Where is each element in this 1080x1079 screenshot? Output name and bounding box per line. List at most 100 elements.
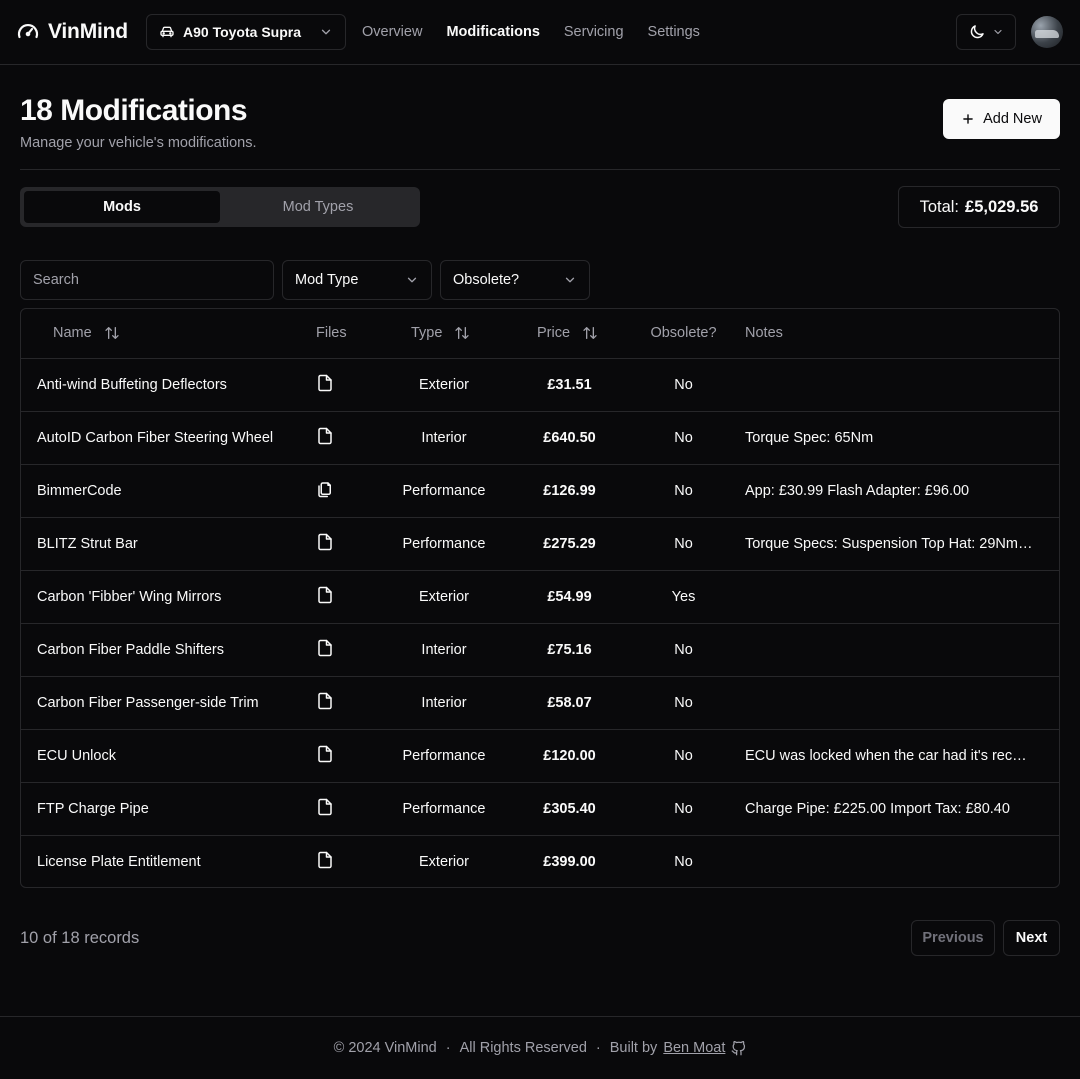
nav-overview[interactable]: Overview — [362, 24, 422, 40]
chevron-down-icon — [321, 29, 331, 35]
table-row[interactable]: Carbon 'Fibber' Wing Mirrors Exterior £54.… — [21, 570, 1059, 624]
table-row[interactable]: BimmerCode Performance £126.99 No App: £30.9… — [21, 464, 1059, 518]
table-row[interactable]: FTP Charge Pipe Performance £305.40 No Charg… — [21, 782, 1059, 836]
obsolete-filter[interactable]: Obsolete? — [440, 260, 590, 300]
footer: © 2024 VinMind · All Rights Reserved · B… — [0, 1016, 1080, 1079]
files-icon[interactable] — [316, 480, 334, 502]
user-avatar[interactable] — [1031, 16, 1063, 48]
mod-notes — [735, 570, 1059, 624]
tab-mods[interactable]: Mods — [24, 191, 220, 223]
built-by-text: Built by — [609, 1040, 658, 1056]
vehicle-select-value: A90 Toyota Supra — [183, 24, 301, 40]
file-icon[interactable] — [316, 745, 334, 767]
sort-icon[interactable] — [454, 325, 470, 341]
author-link[interactable]: Ben Moat — [663, 1040, 725, 1056]
mod-price: £305.40 — [507, 782, 632, 836]
mod-notes: ECU was locked when the car had it's rec… — [735, 729, 1059, 783]
nav-servicing[interactable]: Servicing — [564, 24, 624, 40]
column-header-name[interactable]: Name — [21, 309, 291, 359]
sort-icon[interactable] — [104, 325, 120, 341]
mod-notes: App: £30.99 Flash Adapter: £96.00 — [735, 464, 1059, 518]
file-icon[interactable] — [316, 692, 334, 714]
file-icon[interactable] — [316, 427, 334, 449]
files-cell[interactable] — [291, 782, 381, 836]
table-row[interactable]: License Plate Entitlement Exterior £399.00… — [21, 835, 1059, 887]
mod-price: £275.29 — [507, 517, 632, 571]
mod-type: Performance — [381, 782, 507, 836]
mod-notes — [735, 676, 1059, 730]
files-cell[interactable] — [291, 676, 381, 730]
search-input[interactable] — [20, 260, 274, 300]
mod-price: £58.07 — [507, 676, 632, 730]
sort-icon[interactable] — [582, 325, 598, 341]
rights-text: All Rights Reserved — [459, 1040, 587, 1056]
vehicle-select[interactable]: A90 Toyota Supra — [146, 14, 346, 50]
nav-modifications[interactable]: Modifications — [446, 24, 539, 40]
file-icon[interactable] — [316, 586, 334, 608]
mod-price: £126.99 — [507, 464, 632, 518]
mod-obsolete: No — [632, 623, 735, 677]
files-cell[interactable] — [291, 517, 381, 571]
mod-name: License Plate Entitlement — [37, 853, 201, 870]
mod-type-filter-label: Mod Type — [295, 272, 359, 288]
page-title: 18 Modifications — [20, 94, 248, 127]
divider — [20, 169, 1060, 170]
file-icon[interactable] — [316, 851, 334, 873]
theme-toggle-button[interactable] — [956, 14, 1016, 50]
column-header-files: Files — [291, 309, 381, 359]
table-row[interactable]: AutoID Carbon Fiber Steering Wheel Interi… — [21, 411, 1059, 465]
file-icon[interactable] — [316, 533, 334, 555]
mod-price: £640.50 — [507, 411, 632, 465]
column-header-price[interactable]: Price — [507, 309, 632, 359]
table-row[interactable]: Carbon Fiber Passenger-side Trim Interior… — [21, 676, 1059, 730]
files-cell[interactable] — [291, 411, 381, 465]
mod-notes — [735, 358, 1059, 412]
mod-name: AutoID Carbon Fiber Steering Wheel — [21, 411, 291, 465]
total-value: £5,029.56 — [965, 197, 1039, 216]
chevron-down-icon — [994, 29, 1002, 35]
mod-type-filter[interactable]: Mod Type — [282, 260, 432, 300]
mod-obsolete: Yes — [632, 570, 735, 624]
mod-type: Exterior — [381, 570, 507, 624]
files-cell[interactable] — [291, 358, 381, 412]
mod-type: Exterior — [419, 853, 469, 870]
files-cell[interactable] — [291, 729, 381, 783]
mod-type: Exterior — [381, 358, 507, 412]
column-header-notes: Notes — [735, 309, 1059, 359]
files-cell[interactable] — [291, 570, 381, 624]
table-row[interactable]: Anti-wind Buffeting Deflectors Exterior £3… — [21, 358, 1059, 412]
file-icon[interactable] — [316, 639, 334, 661]
table-row[interactable]: Carbon Fiber Paddle Shifters Interior £75.… — [21, 623, 1059, 677]
previous-page-button[interactable]: Previous — [911, 920, 995, 956]
separator: · — [595, 1040, 601, 1056]
table-row[interactable]: ECU Unlock Performance £120.00 No ECU was lo… — [21, 729, 1059, 783]
table-row[interactable]: BLITZ Strut Bar Performance £275.29 No Torqu… — [21, 517, 1059, 571]
copyright-text: © 2024 VinMind — [333, 1040, 437, 1056]
car-icon — [160, 26, 174, 38]
mod-price: £75.16 — [507, 623, 632, 677]
nav-settings[interactable]: Settings — [648, 24, 700, 40]
mod-notes: Torque Spec: 65Nm — [735, 411, 1059, 465]
next-page-button[interactable]: Next — [1003, 920, 1060, 956]
mod-name: BimmerCode — [21, 464, 291, 518]
tab-mod-types[interactable]: Mod Types — [220, 191, 416, 223]
add-new-button[interactable]: Add New — [943, 99, 1060, 139]
column-header-price-label: Price — [537, 325, 571, 342]
mod-price: £120.00 — [507, 729, 632, 783]
file-icon[interactable] — [316, 798, 334, 820]
github-icon[interactable] — [731, 1040, 746, 1056]
files-cell[interactable] — [291, 464, 381, 518]
file-icon[interactable] — [316, 374, 334, 396]
column-header-type-label: Type — [411, 325, 443, 342]
mod-type: Performance — [381, 729, 507, 783]
brand[interactable]: VinMind — [16, 18, 128, 46]
column-header-name-label: Name — [53, 325, 92, 342]
files-cell[interactable] — [291, 835, 381, 887]
mod-notes: Torque Specs: Suspension Top Hat: 29Nm .… — [735, 517, 1059, 571]
mod-name: ECU Unlock — [21, 729, 291, 783]
moon-icon — [970, 25, 984, 39]
files-cell[interactable] — [291, 623, 381, 677]
mod-obsolete: No — [632, 464, 735, 518]
column-header-type[interactable]: Type — [381, 309, 507, 359]
mod-type: Performance — [381, 464, 507, 518]
